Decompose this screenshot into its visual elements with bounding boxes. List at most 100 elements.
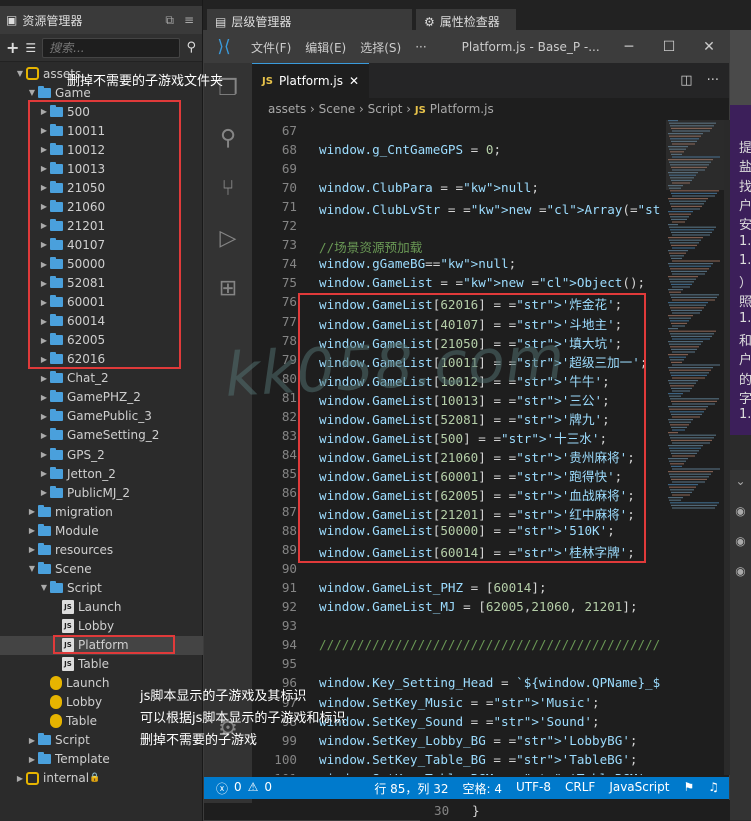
code-line[interactable]: window.ClubLvStr = ="kw">new ="cl">Array… (319, 199, 662, 218)
code-line[interactable]: window.SetKey_Table_BG = ="str">'TableBG… (319, 752, 638, 767)
minimap-line (668, 497, 683, 499)
sort-icon[interactable]: ☰ (25, 41, 36, 55)
link-icon[interactable]: ◉ (730, 564, 751, 578)
line-number: 85 (281, 465, 297, 481)
folder-icon (50, 428, 63, 441)
search-input[interactable]: 搜索... (42, 37, 181, 58)
error-count[interactable]: 0 (234, 780, 242, 797)
code-line[interactable]: window.GameList_PHZ = [60014]; (319, 580, 547, 595)
tree-item-label: Lobby (78, 618, 115, 633)
tree-item[interactable]: ▶ PublicMJ_2 (0, 483, 203, 502)
tree-item[interactable]: JS Table (0, 655, 203, 674)
chevron-right-icon[interactable]: ▶ (26, 545, 38, 554)
menu-icon[interactable]: ≡ (184, 13, 194, 28)
maximize-icon[interactable]: ☐ (649, 39, 689, 55)
tree-item[interactable]: ▼ Script (0, 578, 203, 597)
language-mode[interactable]: JavaScript (609, 780, 669, 797)
code-line[interactable]: window.gGameBG=="kw">null; (319, 256, 516, 271)
minimap-line (670, 489, 694, 491)
extensions-icon[interactable]: ⊞ (204, 263, 252, 313)
maximize-icon[interactable]: ⧉ (165, 13, 174, 28)
code-line[interactable]: window.GameList_MJ = [62005,21060, 21201… (319, 599, 638, 614)
folder-icon (50, 485, 63, 498)
breadcrumb-script[interactable]: Script (368, 102, 403, 116)
code-line[interactable]: window.GameList = ="kw">new ="cl">Object… (319, 275, 645, 290)
menu-edit[interactable]: 编辑(E) (298, 39, 353, 56)
breadcrumb-assets[interactable]: assets (268, 102, 306, 116)
code-line[interactable]: window.SetKey_Lobby_BG = ="str">'LobbyBG… (319, 733, 638, 748)
close-tab-icon[interactable]: ✕ (349, 74, 359, 88)
tree-item[interactable]: JS Launch (0, 597, 203, 616)
chevron-right-icon[interactable]: ▶ (14, 774, 26, 783)
minimize-icon[interactable]: ─ (609, 39, 649, 55)
tree-item[interactable]: ▼ Scene (0, 559, 203, 578)
tree-item[interactable]: ▶ migration (0, 502, 203, 521)
line-number: 68 (281, 142, 297, 158)
tree-item[interactable]: ▶ GPS_2 (0, 445, 203, 464)
code-line[interactable]: //场景资源预加载 (319, 237, 422, 256)
code-line[interactable]: window.SetKey_Sound = ="str">'Sound'; (319, 714, 600, 729)
code-line[interactable]: ////////////////////////////////////////… (319, 637, 660, 652)
right-fragment-text: ） (739, 276, 751, 292)
tab-platform-js[interactable]: JS Platform.js ✕ (252, 63, 370, 98)
chevron-right-icon[interactable]: ▶ (38, 374, 50, 383)
chevron-down-icon[interactable]: ▼ (14, 69, 26, 78)
chevron-right-icon[interactable]: ▶ (38, 488, 50, 497)
chevron-right-icon[interactable]: ▶ (38, 431, 50, 440)
tree-item[interactable]: ▶ resources (0, 540, 203, 559)
minimap[interactable] (662, 120, 724, 775)
chevron-down-icon[interactable]: ▼ (26, 564, 38, 573)
minimap-line (668, 237, 703, 239)
chevron-right-icon[interactable]: ▶ (26, 736, 38, 745)
more-actions-icon[interactable]: ··· (707, 73, 719, 88)
encoding[interactable]: UTF-8 (516, 780, 551, 797)
line-number: 77 (281, 313, 297, 329)
menu-more[interactable]: ··· (408, 40, 433, 54)
chevron-right-icon[interactable]: ▶ (38, 469, 50, 478)
tree-item[interactable]: ▶ Chat_2 (0, 369, 203, 388)
tree-item[interactable]: ▶ GamePHZ_2 (0, 388, 203, 407)
code-line[interactable]: window.ClubPara = ="kw">null; (319, 180, 539, 195)
breadcrumb-scene[interactable]: Scene (319, 102, 356, 116)
tree-item[interactable]: ▶ GamePublic_3 (0, 407, 203, 426)
split-editor-icon[interactable]: ◫ (680, 73, 692, 88)
end-of-line[interactable]: CRLF (565, 780, 595, 797)
chevron-right-icon[interactable]: ▶ (38, 412, 50, 421)
warning-count[interactable]: 0 (264, 780, 272, 797)
code-line[interactable]: window.g_CntGameGPS = 0; (319, 142, 501, 157)
pin-icon[interactable]: ◉ (730, 504, 751, 518)
search-icon[interactable]: ⚲ (186, 40, 196, 55)
chevron-down-icon[interactable]: ▼ (26, 88, 38, 97)
tree-item[interactable]: ▶ internal 🔒 (0, 769, 203, 788)
chevron-down-icon[interactable]: ▼ (38, 583, 50, 592)
tab-assets[interactable]: ▣ 资源管理器 ⧉ ≡ (0, 6, 202, 34)
search-icon[interactable]: ⚲ (204, 113, 252, 163)
code-line[interactable]: window.Key_Setting_Head = `${window.QPNa… (319, 675, 660, 690)
menu-selection[interactable]: 选择(S) (353, 39, 408, 56)
add-icon[interactable]: + (6, 38, 19, 57)
cursor-position[interactable]: 行 85，列 32 (374, 780, 448, 797)
chevron-right-icon[interactable]: ▶ (38, 450, 50, 459)
tree-item[interactable]: ▶ Module (0, 521, 203, 540)
code-line[interactable]: window.SetKey_Table_BGM = ="str">'TableB… (319, 771, 653, 775)
code-line[interactable]: window.SetKey_Music = ="str">'Music'; (319, 695, 600, 710)
feedback-icon[interactable]: ⚑ (683, 780, 694, 797)
breadcrumb-file[interactable]: Platform.js (430, 102, 494, 116)
chevron-right-icon[interactable]: ▶ (26, 526, 38, 535)
chevron-right-icon[interactable]: ▶ (26, 507, 38, 516)
tree-item[interactable]: ▶ Jetton_2 (0, 464, 203, 483)
chevron-down-icon[interactable]: ⌄ (730, 474, 751, 488)
chevron-right-icon[interactable]: ▶ (38, 393, 50, 402)
tree-item[interactable]: JS Lobby (0, 616, 203, 635)
chevron-right-icon[interactable]: ▶ (26, 755, 38, 764)
js-file-icon: JS (414, 105, 426, 116)
tree-item[interactable]: ▶ Template (0, 750, 203, 769)
tree-item[interactable]: ▶ GameSetting_2 (0, 426, 203, 445)
close-icon[interactable]: ✕ (689, 39, 729, 55)
run-debug-icon[interactable]: ▷ (204, 213, 252, 263)
menu-file[interactable]: 文件(F) (244, 39, 298, 56)
source-control-icon[interactable]: ⑂ (204, 163, 252, 213)
indentation[interactable]: 空格: 4 (463, 780, 503, 797)
bell-icon[interactable]: ♫ (708, 780, 719, 797)
lock-icon[interactable]: ◉ (730, 534, 751, 548)
